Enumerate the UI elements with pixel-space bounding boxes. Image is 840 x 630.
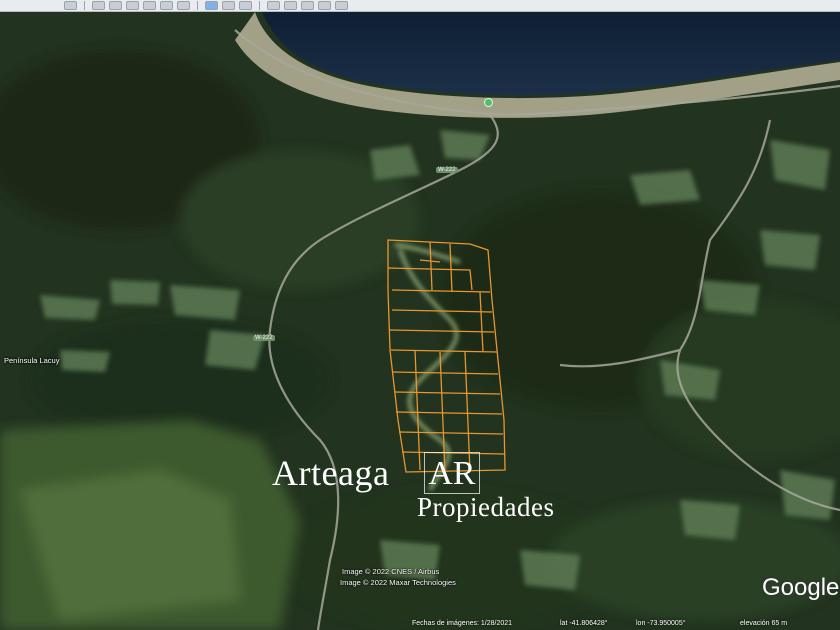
maps-icon[interactable] bbox=[335, 1, 348, 10]
overlay-icon[interactable] bbox=[160, 1, 173, 10]
satellite-map[interactable]: W-222 W-222 Península Lacuy Arteaga AR P… bbox=[0, 0, 840, 630]
map-toolbar bbox=[0, 0, 840, 12]
sun-icon[interactable] bbox=[222, 1, 235, 10]
map-pin-icon[interactable] bbox=[484, 98, 493, 107]
imagery-date: Fechas de imágenes: 1/28/2021 bbox=[412, 620, 513, 627]
latitude-readout: lat -41.806428° bbox=[560, 620, 608, 627]
watermark-monogram: AR bbox=[424, 452, 480, 494]
imagery-credit-2: Image © 2022 Maxar Technologies bbox=[340, 578, 456, 587]
tour-icon[interactable] bbox=[177, 1, 190, 10]
placemark-icon[interactable] bbox=[109, 1, 122, 10]
search-icon[interactable] bbox=[64, 1, 77, 10]
save-image-icon[interactable] bbox=[318, 1, 331, 10]
polygon-icon[interactable] bbox=[126, 1, 139, 10]
toolbar-separator bbox=[197, 1, 198, 10]
path-icon[interactable] bbox=[143, 1, 156, 10]
print-icon[interactable] bbox=[301, 1, 314, 10]
road-label-west: W-222 bbox=[253, 335, 275, 341]
elevation-readout: elevación 65 m bbox=[740, 620, 788, 627]
toolbar-separator bbox=[259, 1, 260, 10]
watermark-brand: Arteaga bbox=[272, 453, 390, 493]
hand-icon[interactable] bbox=[92, 1, 105, 10]
imagery-credit-1: Image © 2022 CNES / Airbus bbox=[342, 567, 440, 576]
status-bar: Fechas de imágenes: 1/28/2021 lat -41.80… bbox=[0, 620, 840, 630]
road-label-north: W-222 bbox=[436, 167, 458, 173]
earth-icon[interactable] bbox=[205, 1, 218, 10]
email-icon[interactable] bbox=[284, 1, 297, 10]
toolbar-separator bbox=[84, 1, 85, 10]
google-logo: Google bbox=[762, 574, 840, 601]
watermark-subtitle: Propiedades bbox=[417, 492, 555, 522]
planets-icon[interactable] bbox=[239, 1, 252, 10]
place-label: Península Lacuy bbox=[4, 356, 60, 365]
ruler-icon[interactable] bbox=[267, 1, 280, 10]
longitude-readout: lon -73.950005° bbox=[636, 620, 686, 627]
satellite-imagery[interactable] bbox=[0, 0, 840, 630]
